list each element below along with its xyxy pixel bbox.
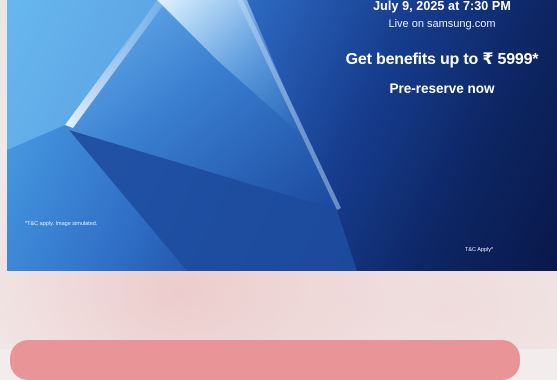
launch-date: July 9, 2025 at 7:30 PM — [373, 0, 511, 13]
terms-link[interactable]: T&C Apply* — [465, 247, 493, 253]
live-location: Live on samsung.com — [388, 18, 496, 30]
promo-banner[interactable]: July 9, 2025 at 7:30 PM Live on samsung.… — [7, 0, 557, 271]
benefit-headline: Get benefits up to ₹ 5999* — [345, 51, 539, 68]
bottom-card — [10, 340, 520, 380]
pre-reserve-link[interactable]: Pre-reserve now — [312, 81, 557, 96]
device-artwork — [7, 0, 357, 271]
disclaimer-text: *T&C apply. Image simulated. — [25, 221, 98, 227]
